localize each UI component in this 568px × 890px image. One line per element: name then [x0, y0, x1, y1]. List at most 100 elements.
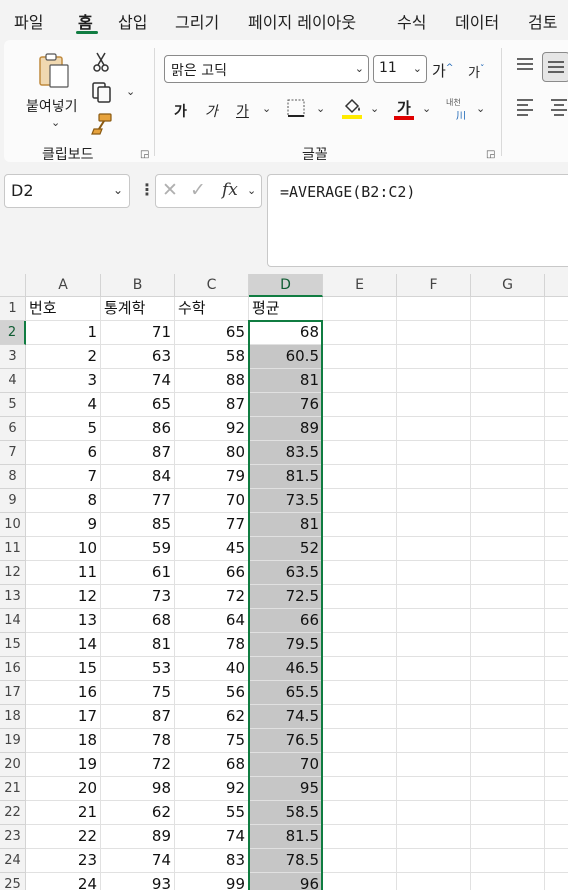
- cell[interactable]: 66: [249, 609, 323, 633]
- cell[interactable]: [545, 753, 568, 777]
- cell[interactable]: [323, 393, 397, 417]
- row-header[interactable]: 10: [0, 513, 26, 537]
- cell[interactable]: 15: [26, 657, 101, 681]
- align-left-icon[interactable]: [514, 96, 536, 118]
- cell[interactable]: [471, 441, 545, 465]
- cell[interactable]: [397, 585, 471, 609]
- cell[interactable]: 84: [101, 465, 175, 489]
- cell[interactable]: [397, 537, 471, 561]
- cell[interactable]: 8: [26, 489, 101, 513]
- cell[interactable]: [397, 729, 471, 753]
- cell[interactable]: [471, 777, 545, 801]
- cell[interactable]: [471, 609, 545, 633]
- cell[interactable]: [323, 609, 397, 633]
- cell[interactable]: [323, 513, 397, 537]
- phonetic-dropdown-icon[interactable]: ⌄: [476, 102, 485, 115]
- row-header[interactable]: 5: [0, 393, 26, 417]
- cell[interactable]: 75: [175, 729, 249, 753]
- cell[interactable]: [323, 297, 397, 321]
- cell[interactable]: [545, 633, 568, 657]
- clipboard-launcher-icon[interactable]: ◲: [140, 149, 149, 160]
- cell[interactable]: 73.5: [249, 489, 323, 513]
- cell[interactable]: [471, 393, 545, 417]
- cell[interactable]: 40: [175, 657, 249, 681]
- insert-function-icon[interactable]: fx: [222, 180, 238, 200]
- align-center-icon[interactable]: [548, 96, 568, 118]
- cell[interactable]: [323, 465, 397, 489]
- row-header[interactable]: 16: [0, 657, 26, 681]
- row-header[interactable]: 17: [0, 681, 26, 705]
- cell[interactable]: 74: [101, 369, 175, 393]
- cell[interactable]: [545, 465, 568, 489]
- cell[interactable]: 61: [101, 561, 175, 585]
- cell[interactable]: 62: [175, 705, 249, 729]
- cell[interactable]: 79: [175, 465, 249, 489]
- row-header[interactable]: 6: [0, 417, 26, 441]
- cell[interactable]: [397, 681, 471, 705]
- chevron-down-icon[interactable]: ⌄: [355, 62, 364, 75]
- column-header-b[interactable]: B: [101, 274, 175, 297]
- cell[interactable]: [471, 657, 545, 681]
- cell[interactable]: 81.5: [249, 465, 323, 489]
- cell[interactable]: [397, 705, 471, 729]
- cell[interactable]: 63.5: [249, 561, 323, 585]
- formula-input[interactable]: =AVERAGE(B2:C2): [267, 174, 568, 267]
- cell[interactable]: 74.5: [249, 705, 323, 729]
- cell[interactable]: 45: [175, 537, 249, 561]
- copy-dropdown-icon[interactable]: ⌄: [126, 85, 135, 98]
- cell[interactable]: [397, 345, 471, 369]
- cut-icon[interactable]: [90, 50, 114, 74]
- cell[interactable]: 92: [175, 777, 249, 801]
- cell[interactable]: [545, 609, 568, 633]
- paste-button-label[interactable]: 붙여넣기: [26, 96, 78, 116]
- tab-insert[interactable]: 삽입: [118, 9, 147, 33]
- cell[interactable]: 72.5: [249, 585, 323, 609]
- cell[interactable]: [545, 513, 568, 537]
- cell[interactable]: 72: [175, 585, 249, 609]
- grow-font-button[interactable]: 가^: [432, 60, 453, 81]
- cell[interactable]: 68: [101, 609, 175, 633]
- cell[interactable]: [545, 537, 568, 561]
- cell[interactable]: 68: [175, 753, 249, 777]
- cell[interactable]: [471, 513, 545, 537]
- column-header-c[interactable]: C: [175, 274, 249, 297]
- cell[interactable]: 4: [26, 393, 101, 417]
- cell[interactable]: [397, 465, 471, 489]
- cell[interactable]: [323, 369, 397, 393]
- cell[interactable]: [471, 465, 545, 489]
- cell[interactable]: [545, 849, 568, 873]
- row-header[interactable]: 18: [0, 705, 26, 729]
- cell[interactable]: 87: [101, 705, 175, 729]
- cell[interactable]: [397, 369, 471, 393]
- cell[interactable]: 19: [26, 753, 101, 777]
- more-options-icon[interactable]: ⋮: [139, 180, 155, 199]
- cell[interactable]: [471, 729, 545, 753]
- cell[interactable]: 13: [26, 609, 101, 633]
- cell[interactable]: [471, 681, 545, 705]
- cell[interactable]: [397, 633, 471, 657]
- cell[interactable]: 58.5: [249, 801, 323, 825]
- cell[interactable]: [397, 297, 471, 321]
- cell[interactable]: [397, 441, 471, 465]
- cell[interactable]: 87: [175, 393, 249, 417]
- cell[interactable]: 70: [249, 753, 323, 777]
- cell[interactable]: [323, 345, 397, 369]
- cell[interactable]: [471, 561, 545, 585]
- cell[interactable]: [471, 321, 545, 345]
- cell[interactable]: [471, 489, 545, 513]
- cell[interactable]: [397, 801, 471, 825]
- tab-page-layout[interactable]: 페이지 레이아웃: [248, 9, 356, 33]
- cell[interactable]: 78.5: [249, 849, 323, 873]
- cell[interactable]: [471, 801, 545, 825]
- cell[interactable]: [471, 753, 545, 777]
- cell[interactable]: 96: [249, 873, 323, 890]
- row-header[interactable]: 25: [0, 873, 26, 890]
- cell[interactable]: [545, 729, 568, 753]
- cell[interactable]: 89: [249, 417, 323, 441]
- cell[interactable]: 74: [175, 825, 249, 849]
- cell[interactable]: [397, 489, 471, 513]
- cell[interactable]: [323, 561, 397, 585]
- cell[interactable]: 92: [175, 417, 249, 441]
- cell[interactable]: [323, 321, 397, 345]
- cell[interactable]: 21: [26, 801, 101, 825]
